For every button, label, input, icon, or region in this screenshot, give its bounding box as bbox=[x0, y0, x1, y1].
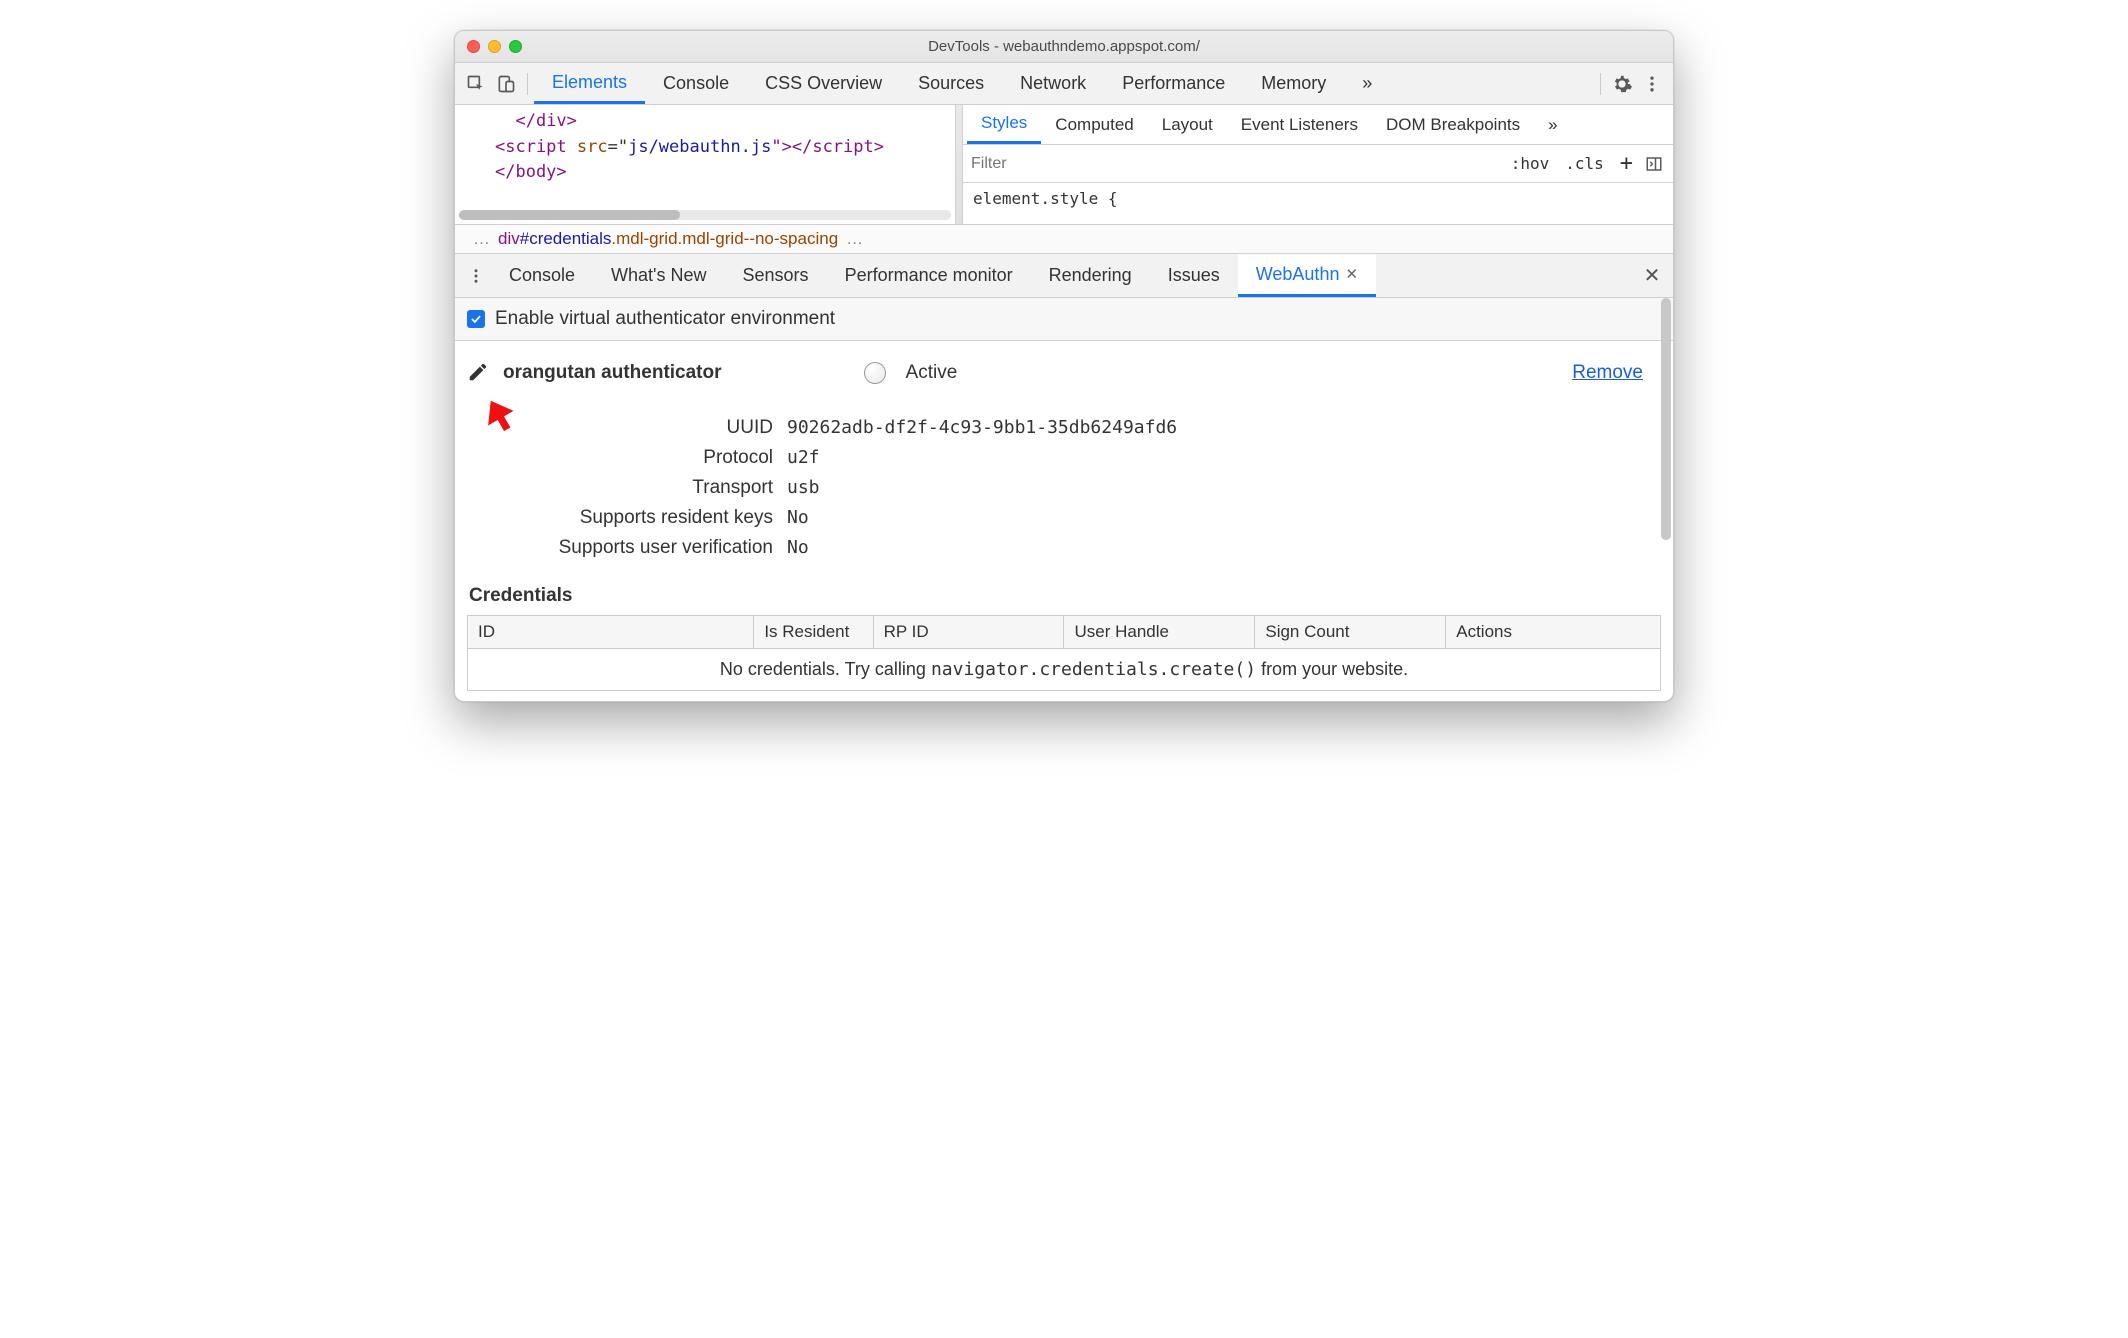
more-menu-icon[interactable] bbox=[1637, 69, 1667, 99]
annotation-arrow-icon bbox=[477, 393, 521, 443]
tab-network[interactable]: Network bbox=[1002, 63, 1104, 104]
breadcrumb-id: #credentials bbox=[520, 229, 612, 249]
sidebar-toggle-icon[interactable] bbox=[1643, 149, 1665, 179]
horizontal-scrollbar[interactable] bbox=[459, 210, 951, 220]
styles-tab-bar: Styles Computed Layout Event Listeners D… bbox=[963, 105, 1673, 145]
transport-label: Transport bbox=[467, 477, 787, 499]
styles-rule[interactable]: element.style { bbox=[963, 183, 1673, 214]
breadcrumb-ellipsis[interactable]: … bbox=[838, 229, 871, 249]
protocol-value: u2f bbox=[787, 447, 820, 468]
credentials-table: ID Is Resident RP ID User Handle Sign Co… bbox=[467, 615, 1661, 691]
col-sign-count: Sign Count bbox=[1255, 616, 1446, 649]
drawer-tab-sensors[interactable]: Sensors bbox=[725, 254, 827, 297]
drawer-tab-label: WebAuthn bbox=[1256, 264, 1340, 285]
empty-prefix: No credentials. Try calling bbox=[720, 659, 931, 679]
styles-tab-event-listeners[interactable]: Event Listeners bbox=[1227, 105, 1372, 144]
resident-keys-label: Supports resident keys bbox=[467, 507, 787, 529]
code-token: "></scr bbox=[771, 137, 843, 157]
separator bbox=[1600, 73, 1601, 95]
code-token: </body> bbox=[495, 162, 567, 182]
tab-console[interactable]: Console bbox=[645, 63, 747, 104]
drawer-tab-bar: Console What's New Sensors Performance m… bbox=[455, 254, 1673, 298]
transport-value: usb bbox=[787, 477, 820, 498]
inspect-element-icon[interactable] bbox=[461, 69, 491, 99]
drawer-tab-perf-monitor[interactable]: Performance monitor bbox=[827, 254, 1031, 297]
drawer-tab-console[interactable]: Console bbox=[491, 254, 593, 297]
breadcrumb-class: .mdl-grid.mdl-grid--no-spacing bbox=[611, 229, 838, 249]
credentials-empty-row: No credentials. Try calling navigator.cr… bbox=[468, 649, 1661, 691]
col-is-resident: Is Resident bbox=[754, 616, 873, 649]
styles-tab-styles[interactable]: Styles bbox=[967, 105, 1041, 144]
remove-link[interactable]: Remove bbox=[1572, 362, 1643, 384]
close-icon[interactable]: ✕ bbox=[1345, 265, 1358, 283]
tab-performance[interactable]: Performance bbox=[1104, 63, 1243, 104]
cls-toggle[interactable]: .cls bbox=[1559, 154, 1610, 173]
styles-filter-input[interactable] bbox=[971, 155, 1501, 173]
col-user-handle: User Handle bbox=[1064, 616, 1255, 649]
main-tab-bar: Elements Console CSS Overview Sources Ne… bbox=[455, 63, 1673, 105]
active-label: Active bbox=[906, 362, 958, 384]
drawer-more-icon[interactable] bbox=[461, 261, 491, 291]
drawer-tab-whatsnew[interactable]: What's New bbox=[593, 254, 724, 297]
window-title: DevTools - webauthndemo.appspot.com/ bbox=[455, 38, 1673, 55]
empty-code: navigator.credentials.create() bbox=[931, 659, 1256, 680]
pane-resizer[interactable] bbox=[955, 105, 963, 224]
col-id: ID bbox=[468, 616, 754, 649]
drawer-tab-rendering[interactable]: Rendering bbox=[1031, 254, 1150, 297]
enable-checkbox[interactable] bbox=[467, 310, 485, 328]
user-verification-label: Supports user verification bbox=[467, 537, 787, 559]
breadcrumb-ellipsis[interactable]: … bbox=[465, 229, 498, 249]
styles-tabs-overflow[interactable]: » bbox=[1534, 105, 1571, 144]
edit-pencil-icon[interactable] bbox=[467, 361, 491, 385]
drawer-tab-webauthn[interactable]: WebAuthn ✕ bbox=[1238, 254, 1376, 297]
enable-virtual-auth-row: Enable virtual authenticator environment bbox=[455, 298, 1673, 341]
active-radio[interactable] bbox=[864, 362, 886, 384]
device-toggle-icon[interactable] bbox=[491, 69, 521, 99]
empty-suffix: from your website. bbox=[1256, 659, 1408, 679]
tabs-overflow-button[interactable]: » bbox=[1344, 63, 1390, 104]
new-rule-button[interactable]: + bbox=[1614, 151, 1639, 176]
code-token: </div> bbox=[515, 111, 576, 131]
col-actions: Actions bbox=[1446, 616, 1661, 649]
tab-memory[interactable]: Memory bbox=[1243, 63, 1344, 104]
vertical-scrollbar[interactable] bbox=[1661, 298, 1671, 701]
uuid-value: 90262adb-df2f-4c93-9bb1-35db6249afd6 bbox=[787, 417, 1177, 438]
code-token: src bbox=[577, 137, 608, 157]
credentials-heading: Credentials bbox=[467, 563, 1661, 615]
tab-css-overview[interactable]: CSS Overview bbox=[747, 63, 900, 104]
resident-keys-value: No bbox=[787, 507, 809, 528]
user-verification-value: No bbox=[787, 537, 809, 558]
code-token: js/webauthn.js bbox=[628, 137, 771, 157]
tab-elements[interactable]: Elements bbox=[534, 63, 645, 104]
tab-sources[interactable]: Sources bbox=[900, 63, 1002, 104]
code-token: <script bbox=[495, 137, 577, 157]
styles-tab-computed[interactable]: Computed bbox=[1041, 105, 1147, 144]
hov-toggle[interactable]: :hov bbox=[1505, 154, 1556, 173]
styles-tab-dom-breakpoints[interactable]: DOM Breakpoints bbox=[1372, 105, 1534, 144]
breadcrumb-tag: div bbox=[498, 229, 520, 249]
settings-gear-icon[interactable] bbox=[1607, 69, 1637, 99]
col-rp-id: RP ID bbox=[873, 616, 1064, 649]
dom-tree-pane[interactable]: </div> <script src="js/webauthn.js"></sc… bbox=[455, 105, 955, 224]
dom-breadcrumb[interactable]: … div#credentials.mdl-grid.mdl-grid--no-… bbox=[455, 225, 1673, 254]
separator bbox=[527, 73, 528, 95]
enable-label: Enable virtual authenticator environment bbox=[495, 308, 835, 330]
protocol-label: Protocol bbox=[467, 447, 787, 469]
titlebar: DevTools - webauthndemo.appspot.com/ bbox=[455, 31, 1673, 63]
code-token: ipt> bbox=[843, 137, 884, 157]
styles-tab-layout[interactable]: Layout bbox=[1148, 105, 1227, 144]
drawer-tab-issues[interactable]: Issues bbox=[1150, 254, 1238, 297]
code-token: =" bbox=[608, 137, 628, 157]
drawer-close-icon[interactable]: ✕ bbox=[1637, 261, 1667, 291]
authenticator-name: orangutan authenticator bbox=[503, 362, 722, 384]
